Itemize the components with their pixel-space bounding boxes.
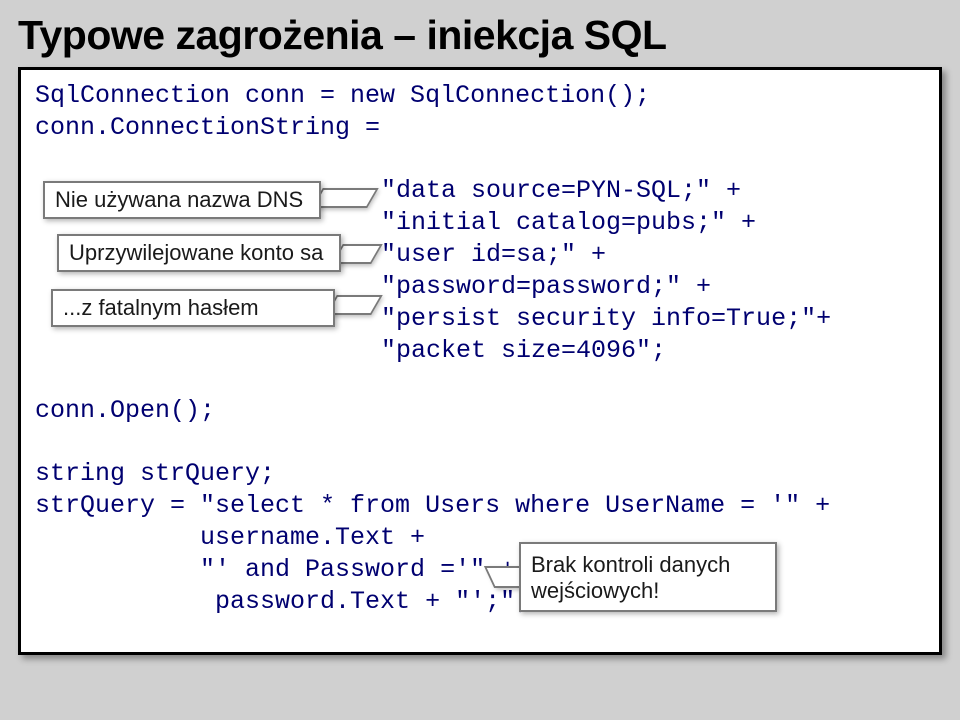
- code-line: strQuery = "select * from Users where Us…: [35, 490, 830, 521]
- code-line: "password=password;" +: [381, 271, 711, 302]
- code-line: conn.Open();: [35, 395, 215, 426]
- code-line: "user id=sa;" +: [381, 239, 606, 270]
- code-line: username.Text +: [35, 522, 425, 553]
- code-box: SqlConnection conn = new SqlConnection()…: [18, 67, 942, 655]
- callout-input-validation: Brak kontroli danych wejściowych!: [519, 542, 777, 612]
- callout-password: ...z fatalnym hasłem: [51, 289, 335, 327]
- callout-dns: Nie używana nazwa DNS: [43, 181, 321, 219]
- code-line: "' and Password ='" +: [35, 554, 515, 585]
- code-line: "initial catalog=pubs;" +: [381, 207, 756, 238]
- code-line: "packet size=4096";: [381, 335, 666, 366]
- callout-tail: [311, 188, 379, 208]
- code-line: password.Text + "';";: [35, 586, 530, 617]
- code-line: "data source=PYN-SQL;" +: [381, 175, 741, 206]
- slide-title: Typowe zagrożenia – iniekcja SQL: [18, 12, 942, 59]
- code-line: string strQuery;: [35, 458, 275, 489]
- callout-sa-account: Uprzywilejowane konto sa: [57, 234, 341, 272]
- code-line: "persist security info=True;"+: [381, 303, 831, 334]
- code-line: conn.ConnectionString =: [35, 112, 380, 143]
- slide: Typowe zagrożenia – iniekcja SQL SqlConn…: [0, 0, 960, 720]
- code-line: SqlConnection conn = new SqlConnection()…: [35, 80, 650, 111]
